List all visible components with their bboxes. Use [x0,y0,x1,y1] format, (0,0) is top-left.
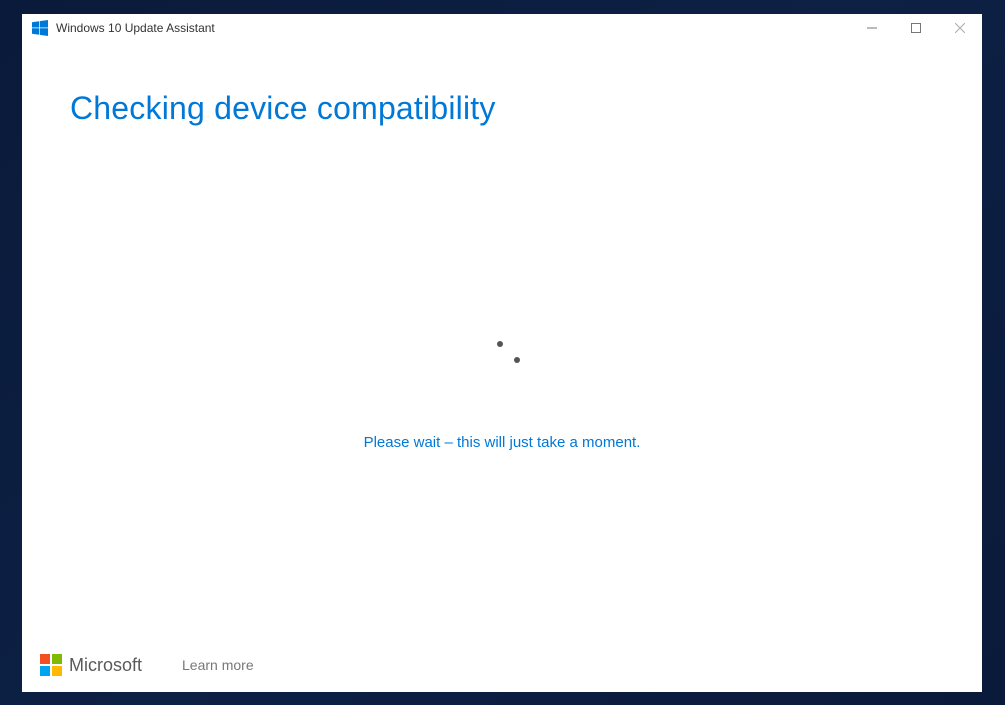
microsoft-logo-icon [40,654,62,676]
page-heading: Checking device compatibility [70,90,934,127]
learn-more-link[interactable]: Learn more [182,657,254,673]
status-text: Please wait – this will just take a mome… [22,434,982,451]
app-window: Windows 10 Update Assistant Checking dev… [22,14,982,692]
minimize-button[interactable] [850,14,894,42]
footer: Microsoft Learn more [40,654,254,676]
maximize-button[interactable] [894,14,938,42]
microsoft-logo: Microsoft [40,654,142,676]
titlebar-title: Windows 10 Update Assistant [56,21,215,35]
close-button[interactable] [938,14,982,42]
titlebar: Windows 10 Update Assistant [22,14,982,42]
microsoft-brand-text: Microsoft [69,655,142,676]
loading-spinner-icon [482,337,522,377]
content-area: Checking device compatibility Please wai… [22,42,982,692]
windows-logo-icon [32,20,48,36]
window-controls [850,14,982,42]
